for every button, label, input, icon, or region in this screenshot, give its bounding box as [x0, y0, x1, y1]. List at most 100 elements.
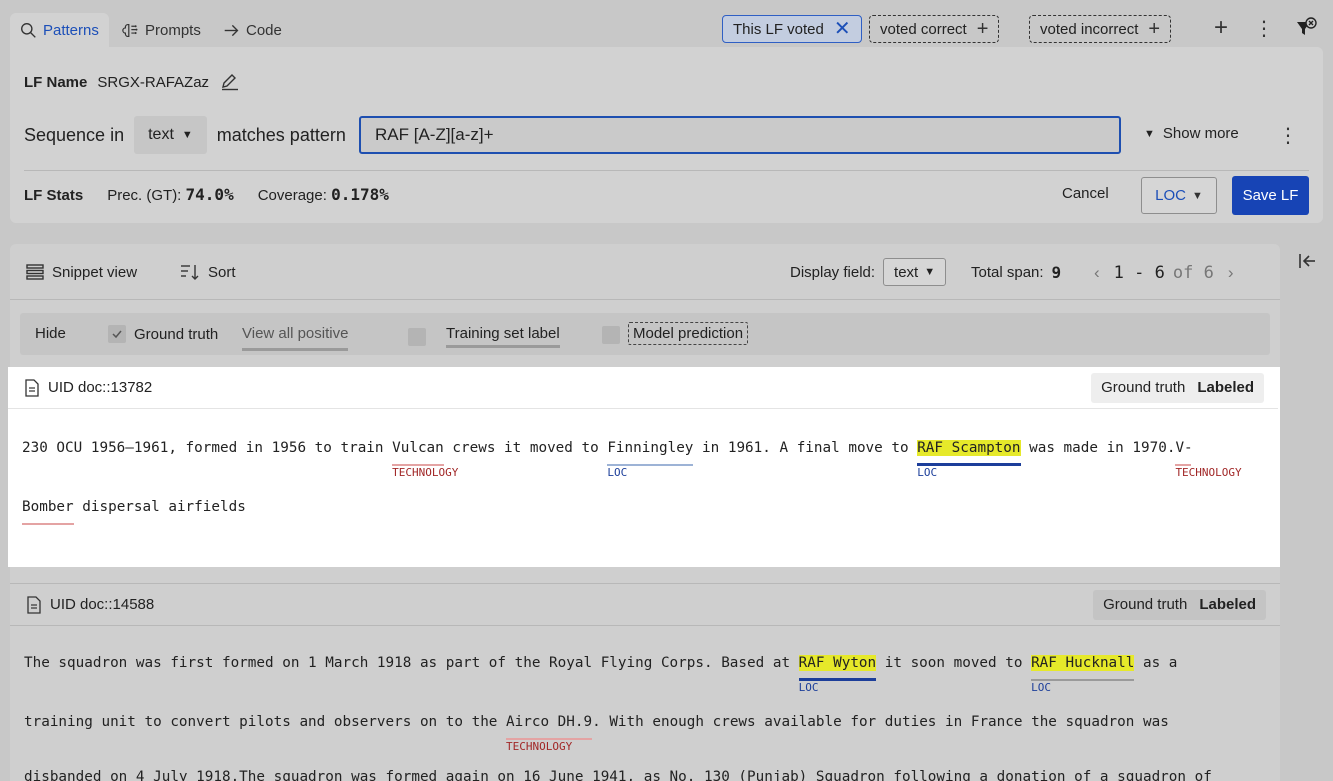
- model-prediction-checkbox[interactable]: [602, 325, 620, 344]
- model-prediction-toggle[interactable]: Model prediction: [602, 322, 749, 345]
- class-select[interactable]: LOC ▼: [1141, 177, 1217, 214]
- tab-prompts[interactable]: Prompts: [112, 13, 211, 47]
- close-icon[interactable]: ✕: [834, 19, 851, 39]
- snippet-view-label: Snippet view: [52, 263, 138, 281]
- span-text-highlighted: RAF Scampton: [917, 440, 1021, 456]
- document-uid-label: UID doc::13782: [48, 379, 153, 396]
- pencil-icon[interactable]: [219, 73, 241, 91]
- ground-truth-toggle[interactable]: Ground truth: [108, 325, 218, 343]
- text-segment: . With enough crews available for duties…: [592, 714, 1169, 730]
- span-text: Airco DH.9: [506, 714, 593, 730]
- display-field-label: Display field:: [790, 263, 876, 281]
- training-set-toggle[interactable]: Training set label: [408, 325, 560, 348]
- sort-label: Sort: [208, 263, 236, 281]
- matches-label: matches pattern: [216, 124, 346, 145]
- span-text: Vulcan: [392, 440, 444, 456]
- entity-span[interactable]: Finningley LOC: [607, 440, 694, 479]
- plus-icon[interactable]: +: [1148, 19, 1160, 39]
- plus-icon[interactable]: +: [977, 19, 989, 39]
- display-field-select[interactable]: text ▼: [883, 258, 947, 286]
- filter-chip-voted-incorrect[interactable]: voted incorrect +: [1029, 15, 1172, 43]
- lf-editor-panel: LF Name SRGX-RAFAZaz Sequence in text ▼ …: [10, 47, 1323, 223]
- entity-tag: TECHNOLOGY: [1175, 466, 1242, 479]
- span-text-highlighted: RAF Wyton: [798, 655, 877, 671]
- label-filter-bar: Hide Ground truth View all positive Trai…: [20, 313, 1270, 355]
- tab-patterns[interactable]: Patterns: [10, 13, 109, 47]
- pattern-input[interactable]: [359, 116, 1121, 154]
- document-line: The squadron was first formed on 1 March…: [24, 655, 1177, 694]
- sort-button[interactable]: Sort: [180, 263, 236, 281]
- sequence-label: Sequence in: [24, 124, 125, 145]
- top-bar: Patterns Prompts Code This LF voted ✕ vo…: [0, 0, 1333, 48]
- span-text: Bomber: [22, 499, 74, 515]
- lf-name-row: LF Name SRGX-RAFAZaz: [24, 73, 241, 91]
- cancel-button[interactable]: Cancel: [1062, 185, 1109, 202]
- text-segment: it soon moved to: [876, 655, 1032, 671]
- entity-span[interactable]: V- TECHNOLOGY: [1175, 440, 1242, 479]
- text-segment: 230 OCU 1956–1961, formed in 1956 to tra…: [22, 440, 393, 456]
- entity-span[interactable]: Bomber: [22, 499, 74, 525]
- check-icon: [112, 330, 122, 339]
- document-body: 230 OCU 1956–1961, formed in 1956 to tra…: [8, 409, 1278, 567]
- sort-icon: [181, 265, 199, 280]
- entity-tag: LOC: [607, 466, 628, 479]
- list-icon: [26, 264, 44, 280]
- save-lf-button[interactable]: Save LF: [1232, 176, 1309, 215]
- precision-value: 74.0%: [185, 185, 234, 204]
- results-toolbar: Snippet view Sort Display field: text ▼ …: [10, 244, 1280, 300]
- chevron-right-icon[interactable]: ›: [1228, 263, 1234, 283]
- text-segment: in 1961. A final move to: [693, 440, 918, 456]
- entity-span[interactable]: Vulcan TECHNOLOGY: [392, 440, 458, 479]
- view-all-positive-link[interactable]: View all positive: [242, 325, 349, 351]
- entity-tag: LOC: [1031, 681, 1051, 694]
- span-underline: [22, 523, 74, 525]
- chip-label: voted incorrect: [1040, 20, 1139, 38]
- field-select[interactable]: text ▼: [134, 116, 207, 154]
- filter-chip-voted-correct[interactable]: voted correct +: [869, 15, 1000, 43]
- ground-truth-badge: Ground truth Labeled: [1093, 589, 1266, 620]
- add-filter-button[interactable]: +: [1208, 14, 1234, 42]
- collapse-panel-button[interactable]: [1296, 250, 1318, 272]
- show-more-button[interactable]: ▼ Show more: [1144, 125, 1239, 142]
- ground-truth-label: Ground truth: [134, 325, 219, 343]
- total-span-label: Total span:: [971, 264, 1044, 281]
- caret-down-icon: ▼: [1191, 189, 1203, 202]
- coverage-value: 0.178%: [331, 185, 389, 204]
- filter-chip-this-lf-voted[interactable]: This LF voted ✕: [722, 15, 862, 43]
- show-more-label: Show more: [1162, 125, 1239, 142]
- caret-down-icon: ▼: [924, 266, 936, 278]
- pattern-options-button[interactable]: ⋮: [1278, 123, 1298, 147]
- ground-truth-badge: Ground truth Labeled: [1091, 372, 1264, 403]
- entity-span[interactable]: Airco DH.9 TECHNOLOGY: [506, 714, 593, 753]
- document-card[interactable]: UID doc::14588 Ground truth Labeled The …: [10, 583, 1280, 781]
- lf-name-label: LF Name: [24, 73, 88, 91]
- chevron-left-icon[interactable]: ‹: [1094, 263, 1100, 283]
- snippet-view-button[interactable]: Snippet view: [26, 263, 137, 281]
- brain-icon: [122, 23, 138, 37]
- text-segment: was made in 1970.: [1020, 440, 1176, 456]
- ground-truth-checkbox[interactable]: [108, 325, 126, 343]
- more-options-button[interactable]: ⋮: [1252, 14, 1276, 42]
- document-line: disbanded on 4 July 1918.The squadron wa…: [24, 769, 1212, 781]
- badge-label: Ground truth: [1103, 596, 1188, 613]
- page-range: 1 - 6: [1113, 263, 1165, 283]
- entity-span[interactable]: RAF Hucknall LOC: [1031, 655, 1135, 694]
- entity-span[interactable]: RAF Wyton LOC: [798, 655, 877, 694]
- entity-span[interactable]: RAF Scampton LOC: [917, 440, 1021, 479]
- tab-code[interactable]: Code: [213, 13, 292, 47]
- training-set-checkbox[interactable]: [408, 327, 426, 346]
- document-card[interactable]: UID doc::13782 Ground truth Labeled 230 …: [8, 367, 1280, 567]
- chip-label: voted correct: [880, 20, 967, 38]
- search-icon: [21, 22, 36, 38]
- kebab-icon: ⋮: [1254, 17, 1274, 40]
- coverage-stat: Coverage: 0.178%: [258, 185, 389, 204]
- lf-stats: LF Stats Prec. (GT): 74.0% Coverage: 0.1…: [24, 185, 389, 204]
- entity-tag: TECHNOLOGY: [392, 466, 459, 479]
- document-line: Bomber dispersal airfields: [22, 499, 246, 525]
- pattern-row: Sequence in text ▼ matches pattern: [24, 116, 346, 154]
- document-header: UID doc::13782 Ground truth Labeled: [8, 367, 1278, 409]
- chip-label: This LF voted: [733, 20, 824, 38]
- clear-filters-button[interactable]: [1292, 14, 1320, 42]
- kebab-icon: ⋮: [1278, 124, 1298, 147]
- training-set-label: Training set label: [446, 325, 560, 348]
